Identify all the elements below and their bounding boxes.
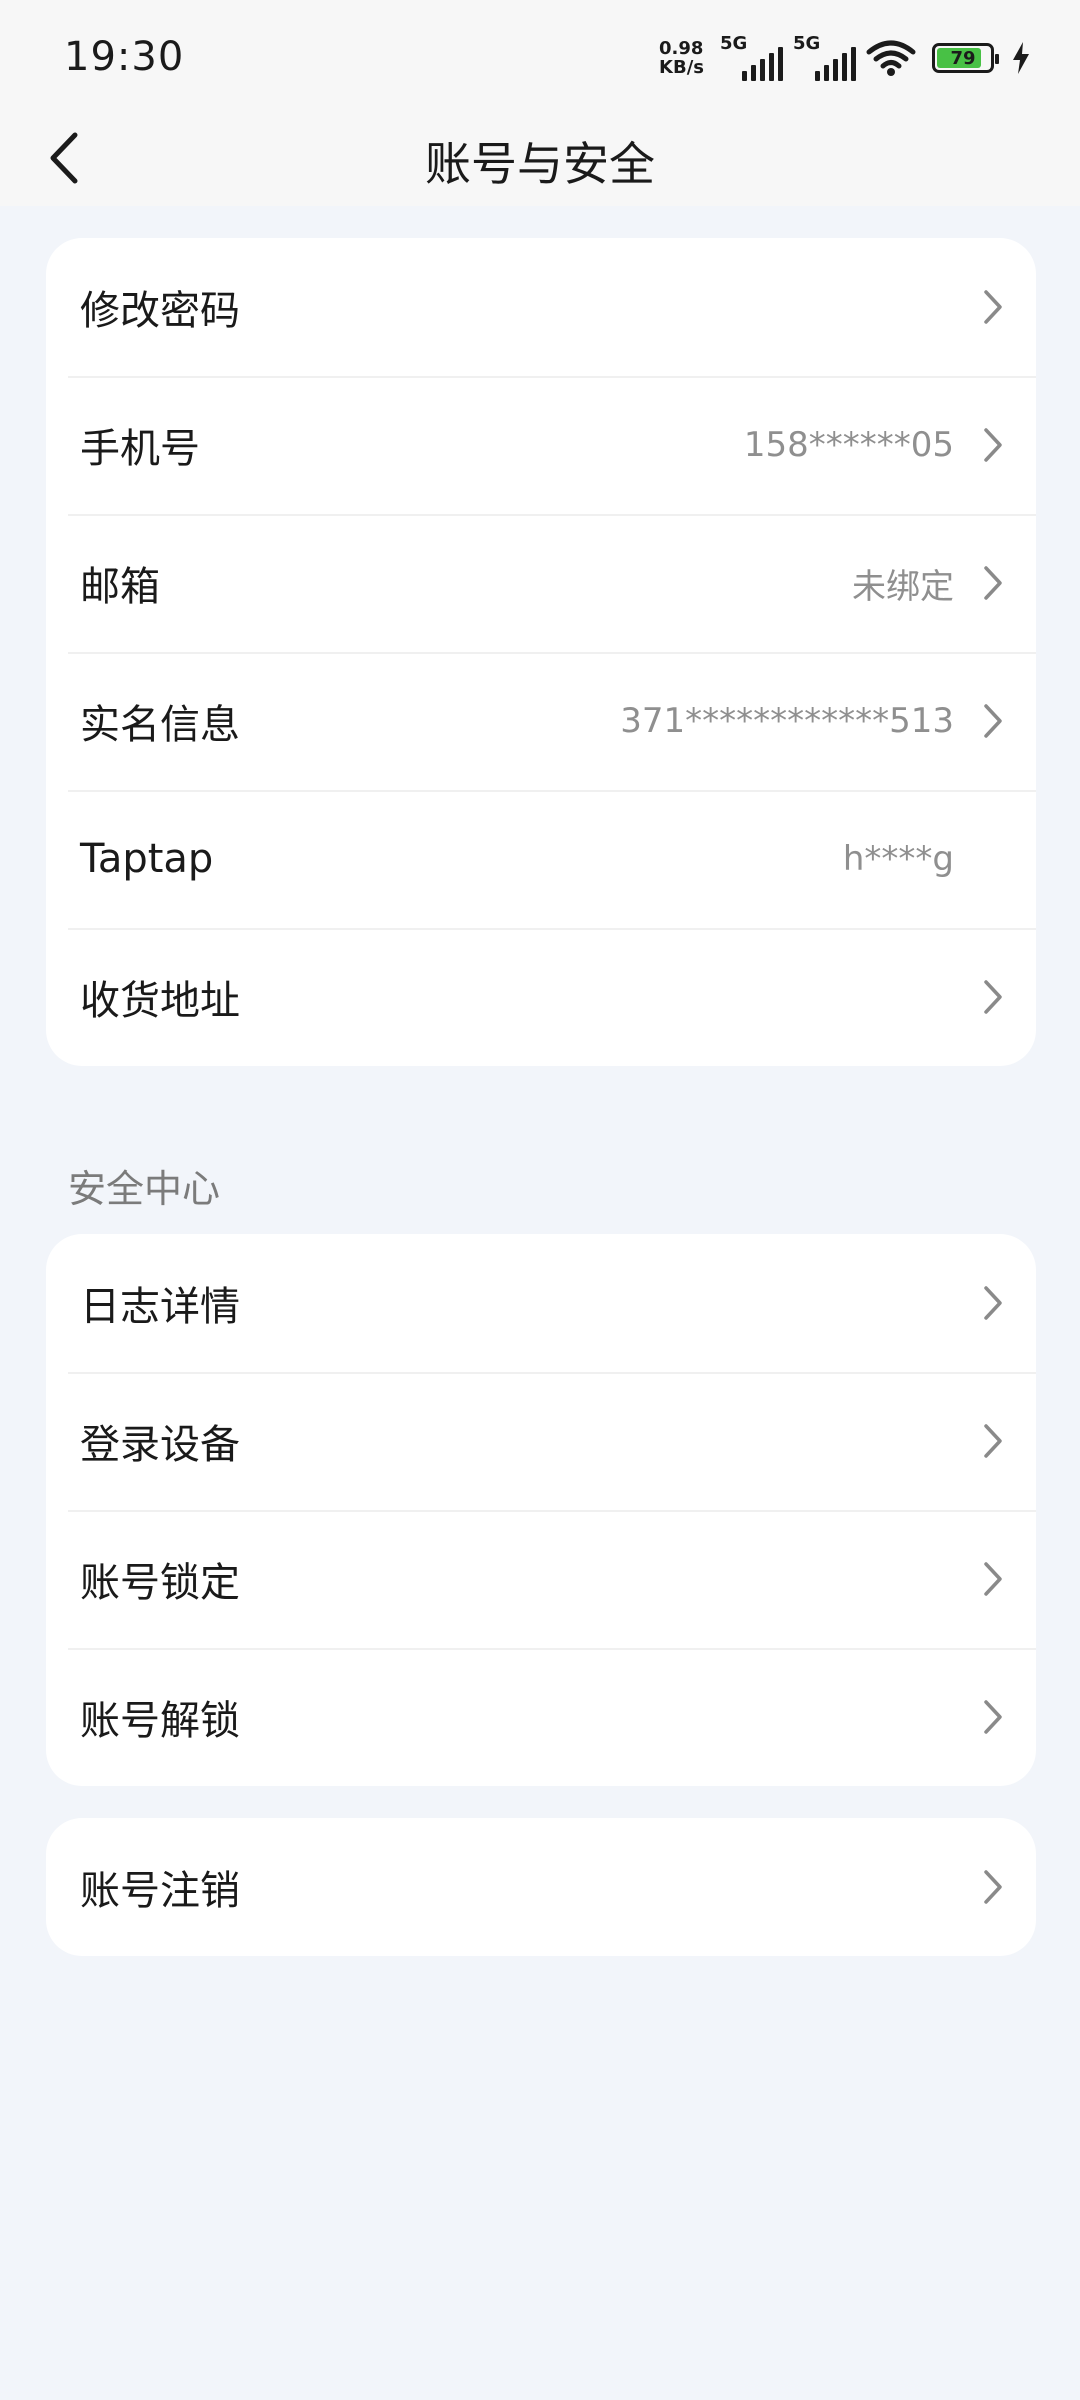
list-item-label: 账号注销	[80, 1868, 240, 1914]
network-type-label: 5G	[720, 33, 748, 54]
page-title: 账号与安全	[425, 137, 655, 191]
list-item-label: 收货地址	[80, 978, 240, 1024]
chevron-right-icon	[984, 1870, 1002, 1904]
list-item-label: Taptap	[80, 836, 214, 882]
list-item-label: 邮箱	[80, 564, 160, 610]
list-item-value: h****g	[842, 839, 954, 879]
network-speed: 0.98 KB/s	[659, 39, 704, 77]
status-bar: 19:30 0.98 KB/s 5G 5G 79	[0, 0, 1080, 110]
cancel-account-card: 账号注销	[46, 1818, 1036, 1956]
list-item-label: 账号解锁	[80, 1698, 240, 1744]
list-item-change-password[interactable]: 修改密码	[46, 238, 1036, 376]
header: 账号与安全	[0, 110, 1080, 206]
list-item-label: 日志详情	[80, 1284, 240, 1330]
list-item-account-unlock[interactable]: 账号解锁	[46, 1648, 1036, 1786]
account-card: 修改密码 手机号 158******05 邮箱 未绑定 实名信息 371****…	[46, 238, 1036, 1066]
list-item-real-name[interactable]: 实名信息 371************513	[46, 652, 1036, 790]
chevron-right-icon	[984, 1286, 1002, 1320]
chevron-right-icon	[984, 704, 1002, 738]
section-title-security: 安全中心	[68, 1167, 221, 1211]
list-item-value: 158******05	[743, 425, 954, 465]
network-type-label: 5G	[793, 33, 821, 54]
chevron-right-icon	[984, 980, 1002, 1014]
status-icons: 0.98 KB/s 5G 5G 79	[659, 32, 1032, 84]
list-item-value: 371************513	[620, 701, 954, 741]
signal-icon: 5G	[720, 33, 783, 81]
battery-level: 79	[950, 47, 976, 69]
chevron-right-icon	[984, 1700, 1002, 1734]
signal-icon: 5G	[793, 33, 856, 81]
list-item-label: 登录设备	[80, 1422, 240, 1468]
security-card: 日志详情 登录设备 账号锁定 账号解锁	[46, 1234, 1036, 1786]
chevron-right-icon	[984, 428, 1002, 462]
list-item-label: 账号锁定	[80, 1560, 240, 1606]
battery-icon: 79	[932, 43, 999, 73]
list-item-label: 手机号	[80, 426, 200, 472]
wifi-icon	[866, 40, 916, 76]
chevron-right-icon	[984, 290, 1002, 324]
list-item-phone[interactable]: 手机号 158******05	[46, 376, 1036, 514]
list-item-value: 未绑定	[852, 566, 954, 607]
list-item-email[interactable]: 邮箱 未绑定	[46, 514, 1036, 652]
list-item-label: 修改密码	[80, 288, 240, 334]
network-speed-value: 0.98	[659, 38, 704, 59]
list-item-label: 实名信息	[80, 702, 240, 748]
list-item-log-details[interactable]: 日志详情	[46, 1234, 1036, 1372]
chevron-right-icon	[984, 1562, 1002, 1596]
list-item-shipping-address[interactable]: 收货地址	[46, 928, 1036, 1066]
chevron-right-icon	[984, 1424, 1002, 1458]
list-item-taptap: Taptap h****g	[46, 790, 1036, 928]
status-time: 19:30	[64, 34, 185, 80]
list-item-account-lock[interactable]: 账号锁定	[46, 1510, 1036, 1648]
network-speed-unit: KB/s	[659, 57, 704, 78]
chevron-right-icon	[984, 566, 1002, 600]
list-item-login-devices[interactable]: 登录设备	[46, 1372, 1036, 1510]
list-item-cancel-account[interactable]: 账号注销	[46, 1818, 1036, 1956]
lightning-icon	[1013, 42, 1029, 74]
